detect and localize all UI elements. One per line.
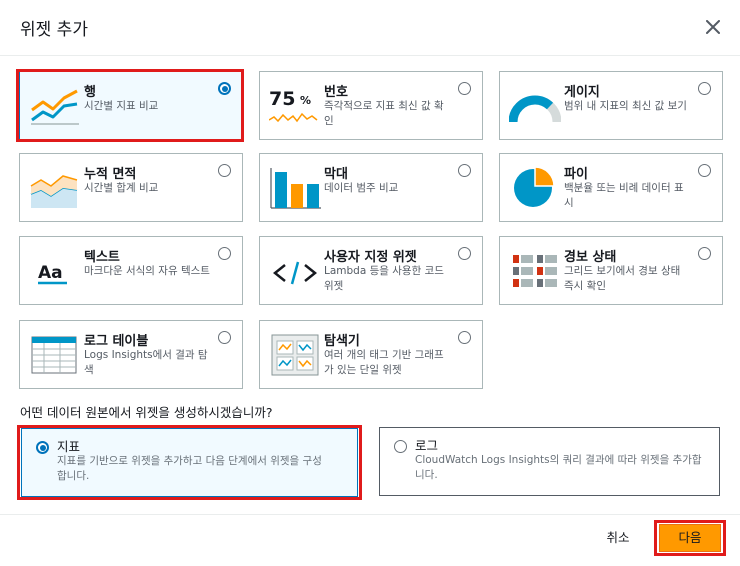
text-icon: Aa bbox=[38, 263, 67, 285]
widget-type-radio[interactable] bbox=[218, 331, 231, 344]
widget-type-desc: 백분율 또는 비례 데이터 표시 bbox=[564, 182, 684, 209]
widget-type-alarm-status[interactable]: 경보 상태 그리드 보기에서 경보 상태 즉시 확인 bbox=[499, 236, 723, 305]
text-icon-glyph: Aa bbox=[38, 263, 63, 283]
widget-type-title: 게이지 bbox=[564, 85, 600, 100]
dialog-title: 위젯 추가 bbox=[20, 20, 88, 40]
widget-type-radio[interactable] bbox=[218, 82, 231, 95]
widget-type-radio[interactable] bbox=[698, 247, 711, 260]
cancel-button[interactable]: 취소 bbox=[594, 527, 642, 549]
widget-type-desc: 여러 개의 태그 기반 그래프가 있는 단일 위젯 bbox=[324, 349, 444, 376]
widget-type-desc: 시간별 지표 비교 bbox=[84, 100, 159, 112]
widget-type-radio[interactable] bbox=[698, 164, 711, 177]
widget-type-title: 누적 면적 bbox=[84, 167, 137, 182]
explorer-icon bbox=[271, 334, 319, 376]
source-desc-line: 합니다. bbox=[57, 470, 90, 482]
alarm-grid-icon bbox=[513, 255, 557, 287]
widget-type-radio[interactable] bbox=[218, 164, 231, 177]
widget-type-stacked-area[interactable]: 누적 면적 시간별 합계 비교 bbox=[19, 153, 243, 222]
widget-type-pie[interactable]: 파이 백분율 또는 비례 데이터 표시 bbox=[499, 153, 723, 222]
line-chart-icon bbox=[31, 89, 79, 125]
dialog-header: 위젯 추가 bbox=[0, 0, 740, 56]
source-desc: 지표를 기반으로 위젯을 추가하고 다음 단계에서 위젯을 구성 합니다. bbox=[57, 454, 322, 484]
widget-type-title: 탐색기 bbox=[324, 334, 360, 349]
widget-type-desc: 마크다운 서식의 자유 텍스트 bbox=[84, 265, 210, 277]
widget-type-line[interactable]: 행 시간별 지표 비교 bbox=[19, 71, 243, 140]
source-title: 로그 bbox=[415, 438, 439, 453]
source-desc-line: CloudWatch Logs Insights의 쿼리 결과에 따라 위젯을 … bbox=[415, 454, 702, 466]
gauge-icon bbox=[509, 95, 561, 123]
widget-type-number[interactable]: 75 % 번호 즉각적으로 지표 최신 값 확인 bbox=[259, 71, 483, 140]
stacked-area-icon bbox=[30, 175, 78, 208]
widget-type-title: 파이 bbox=[564, 167, 588, 182]
widget-type-desc: 시간별 합계 비교 bbox=[84, 182, 159, 194]
source-radio[interactable] bbox=[36, 441, 49, 454]
widget-type-radio[interactable] bbox=[458, 82, 471, 95]
widget-type-logs-table[interactable]: 로그 테이블 Logs Insights에서 결과 탐색 bbox=[19, 320, 243, 389]
close-button[interactable] bbox=[700, 14, 726, 40]
data-source-question: 어떤 데이터 원본에서 위젯을 생성하시겠습니까? bbox=[20, 405, 273, 420]
close-icon bbox=[706, 20, 720, 34]
widget-type-custom[interactable]: 사용자 지정 위젯 Lambda 등을 사용한 코드 위젯 bbox=[259, 236, 483, 305]
source-option-metrics[interactable]: 지표 지표를 기반으로 위젯을 추가하고 다음 단계에서 위젯을 구성 합니다. bbox=[21, 428, 358, 497]
bar-chart-icon bbox=[270, 168, 321, 209]
widget-type-title: 텍스트 bbox=[84, 250, 120, 265]
widget-type-title: 막대 bbox=[324, 167, 348, 182]
widget-type-desc: 범위 내 지표의 최신 값 보기 bbox=[564, 100, 687, 112]
widget-type-desc: Lambda 등을 사용한 코드 위젯 bbox=[324, 265, 444, 292]
widget-type-radio[interactable] bbox=[458, 331, 471, 344]
widget-type-desc: 데이터 범주 비교 bbox=[324, 182, 399, 194]
widget-type-radio[interactable] bbox=[458, 164, 471, 177]
next-button[interactable]: 다음 bbox=[659, 524, 721, 552]
code-icon bbox=[272, 261, 318, 285]
table-icon bbox=[31, 336, 77, 374]
number-icon: 75 % bbox=[269, 88, 318, 123]
number-icon-value: 75 bbox=[269, 88, 295, 110]
source-desc-line: 니다. bbox=[415, 469, 438, 481]
pie-chart-icon bbox=[514, 166, 555, 207]
source-desc: CloudWatch Logs Insights의 쿼리 결과에 따라 위젯을 … bbox=[415, 453, 702, 483]
widget-type-title: 경보 상태 bbox=[564, 250, 617, 265]
widget-type-gauge[interactable]: 게이지 범위 내 지표의 최신 값 보기 bbox=[499, 71, 723, 140]
source-radio[interactable] bbox=[394, 440, 407, 453]
widget-type-radio[interactable] bbox=[458, 247, 471, 260]
number-icon-unit: % bbox=[300, 94, 311, 107]
widget-type-title: 사용자 지정 위젯 bbox=[324, 250, 417, 265]
widget-type-desc: 그리드 보기에서 경보 상태 즉시 확인 bbox=[564, 265, 681, 292]
widget-type-bar[interactable]: 막대 데이터 범주 비교 bbox=[259, 153, 483, 222]
widget-type-radio[interactable] bbox=[218, 247, 231, 260]
widget-type-radio[interactable] bbox=[698, 82, 711, 95]
widget-type-text[interactable]: Aa 텍스트 마크다운 서식의 자유 텍스트 bbox=[19, 236, 243, 305]
source-desc-line: 지표를 기반으로 위젯을 추가하고 다음 단계에서 위젯을 구성 bbox=[57, 455, 322, 467]
widget-type-title: 행 bbox=[84, 85, 96, 100]
source-title: 지표 bbox=[57, 439, 81, 454]
widget-type-title: 번호 bbox=[324, 85, 348, 100]
widget-type-desc: Logs Insights에서 결과 탐색 bbox=[84, 349, 208, 376]
widget-type-desc: 즉각적으로 지표 최신 값 확인 bbox=[324, 100, 444, 127]
source-option-logs[interactable]: 로그 CloudWatch Logs Insights의 쿼리 결과에 따라 위… bbox=[379, 427, 720, 496]
widget-type-title: 로그 테이블 bbox=[84, 334, 149, 349]
widget-type-explorer[interactable]: 탐색기 여러 개의 태그 기반 그래프가 있는 단일 위젯 bbox=[259, 320, 483, 389]
